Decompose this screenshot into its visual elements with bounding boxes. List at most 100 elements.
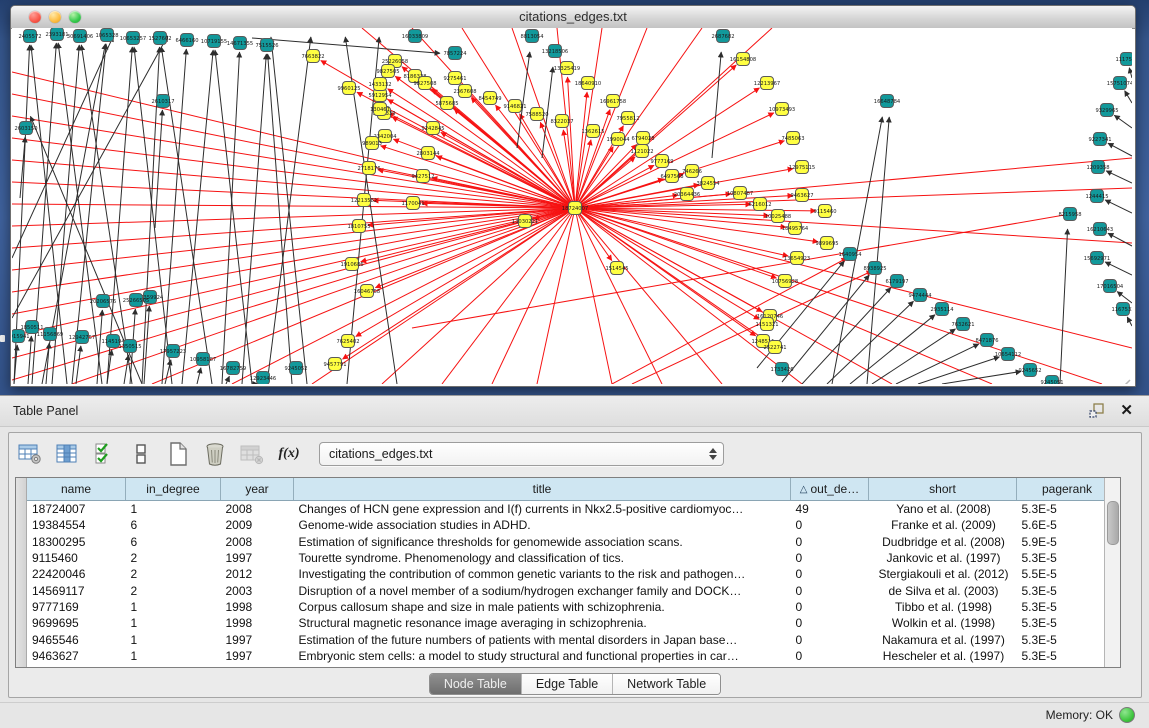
function-builder-icon[interactable]: f(x)	[276, 441, 302, 467]
graph-node[interactable]: 13218506	[542, 45, 568, 58]
graph-node[interactable]: 6179197	[885, 275, 908, 288]
graph-node[interactable]: 10958187	[190, 353, 216, 366]
column-header-in_degree[interactable]: in_degree	[126, 478, 221, 501]
graph-node[interactable]: 7632621	[951, 318, 974, 331]
graph-node[interactable]: 8471876	[975, 334, 998, 347]
graph-node[interactable]: 1065328	[95, 29, 118, 42]
float-panel-icon[interactable]	[1089, 403, 1105, 419]
graph-node[interactable]: 1244415	[1085, 190, 1108, 203]
table-row[interactable]: 977716911998Corpus callosum shape and si…	[27, 599, 1104, 615]
graph-node[interactable]: 9457791	[323, 358, 346, 371]
graph-node[interactable]: 12213967	[754, 77, 780, 90]
graph-node[interactable]: 16033809	[402, 30, 428, 43]
graph-node[interactable]: 9329965	[1095, 104, 1118, 117]
graph-node[interactable]: 13325419	[554, 62, 580, 75]
delete-table-icon[interactable]	[202, 441, 228, 467]
graph-node[interactable]: 1514545	[605, 262, 628, 275]
graph-node[interactable]: 8454749	[478, 92, 501, 105]
table-row[interactable]: 1456911722003Disruption of a novel membe…	[27, 582, 1104, 598]
graph-node[interactable]: 18640910	[575, 77, 601, 90]
table-row[interactable]: 946362711997Embryonic stem cells: a mode…	[27, 648, 1104, 664]
table-row[interactable]: 911546021997Tourette syndrome. Phenomeno…	[27, 550, 1104, 566]
graph-node[interactable]: 746266	[682, 165, 702, 178]
graph-node[interactable]: 1433132	[368, 78, 391, 91]
graph-node[interactable]: 6794028	[631, 132, 654, 145]
graph-node[interactable]: 6466160	[175, 34, 198, 47]
graph-node[interactable]: 2393181	[45, 28, 68, 41]
column-header-title[interactable]: title	[294, 478, 791, 501]
tab-edge-table[interactable]: Edge Table	[522, 674, 613, 694]
graph-node[interactable]: 12213582	[351, 194, 377, 207]
select-rows-icon[interactable]	[91, 441, 117, 467]
graph-node[interactable]: 1910686	[340, 258, 363, 271]
graph-node[interactable]: 10653257	[120, 32, 146, 45]
graph-node[interactable]: 16782759	[220, 362, 246, 375]
graph-node[interactable]: 7485063	[781, 132, 804, 145]
graph-node[interactable]: 16648784	[874, 95, 901, 108]
row-height-icon[interactable]	[128, 441, 154, 467]
graph-node[interactable]: 7588520	[525, 108, 548, 121]
resize-grip-icon[interactable]	[1110, 380, 1130, 384]
table-row[interactable]: 2242004622012Investigating the contribut…	[27, 566, 1104, 582]
graph-node[interactable]: 15751074	[1107, 77, 1132, 90]
graph-node[interactable]: 10756928	[772, 275, 798, 288]
column-header-year[interactable]: year	[221, 478, 294, 501]
graph-node[interactable]: 9474444	[908, 289, 932, 302]
graph-node[interactable]: 7857224	[443, 47, 467, 60]
graph-node[interactable]: 1170041	[401, 197, 424, 210]
graph-node[interactable]: 9115460	[813, 205, 836, 218]
graph-node[interactable]: 30691406	[67, 30, 93, 43]
graph-node[interactable]: 2603150	[14, 122, 37, 135]
table-selector-dropdown[interactable]: citations_edges.txt	[319, 442, 724, 466]
network-window[interactable]: citations_edges.txt 2405572 2393181306914…	[10, 5, 1136, 387]
graph-node[interactable]: 2610317	[151, 95, 174, 108]
close-panel-icon[interactable]: ✕	[1120, 401, 1133, 419]
table-row[interactable]: 1938455462009Genome-wide association stu…	[27, 517, 1104, 533]
table-scrollbar-thumb[interactable]	[1107, 501, 1119, 545]
graph-node[interactable]: 1209358	[1086, 161, 1109, 174]
import-table-icon[interactable]	[239, 441, 265, 467]
new-table-icon[interactable]	[165, 441, 191, 467]
graph-node[interactable]: 3824554	[696, 177, 720, 190]
graph-node[interactable]: 1640954	[838, 248, 862, 261]
graph-node[interactable]: 16046758	[354, 285, 380, 298]
graph-node[interactable]: 7515526	[255, 39, 278, 52]
column-header-name[interactable]: name	[27, 478, 126, 501]
table-row[interactable]: 946554611997Estimation of the future num…	[27, 631, 1104, 647]
graph-node[interactable]: 9245052	[284, 362, 307, 375]
graph-node[interactable]: 9899695	[815, 237, 838, 250]
column-header-pagerank[interactable]: pagerank	[1017, 478, 1105, 501]
table-settings-icon[interactable]	[17, 441, 43, 467]
table-scrollbar[interactable]	[1104, 478, 1120, 667]
graph-node[interactable]: 8813054	[520, 30, 544, 43]
table-row[interactable]: 1830029562008Estimation of significance …	[27, 534, 1104, 550]
graph-node[interactable]: 8215958	[1058, 208, 1081, 221]
column-header-out_de[interactable]: △out_de…	[791, 478, 869, 501]
graph-node[interactable]: 2405572	[18, 30, 41, 43]
graph-node[interactable]: 9275461	[443, 72, 466, 85]
graph-node[interactable]: 2935114	[930, 303, 954, 316]
network-graph-canvas[interactable]: 2405572 239318130691406106532810653257152…	[12, 28, 1132, 384]
graph-node[interactable]: 8938925	[863, 262, 886, 275]
graph-node[interactable]: 1167533	[1111, 303, 1132, 316]
graph-node[interactable]: 2803144	[416, 147, 440, 160]
graph-node[interactable]: 9245652	[1018, 364, 1041, 377]
graph-node[interactable]: 1733426	[770, 363, 793, 376]
graph-node[interactable]: 6216012	[748, 198, 771, 211]
column-header-short[interactable]: short	[869, 478, 1017, 501]
show-columns-icon[interactable]	[54, 441, 80, 467]
tab-network-table[interactable]: Network Table	[613, 674, 720, 694]
tab-node-table[interactable]: Node Table	[430, 674, 522, 694]
graph-node[interactable]: 1527602	[148, 32, 171, 45]
network-window-titlebar[interactable]: citations_edges.txt	[11, 6, 1135, 29]
graph-node[interactable]: 10719155	[201, 35, 227, 48]
graph-node[interactable]: 7955812	[616, 112, 639, 125]
graph-node[interactable]: 18495764	[782, 222, 809, 235]
table-row[interactable]: 969969511998Structural magnetic resonanc…	[27, 615, 1104, 631]
table-row[interactable]: 1872400712008Changes of HCN gene express…	[27, 501, 1104, 518]
graph-node[interactable]: 12975115	[789, 161, 815, 174]
graph-node[interactable]: 1117532	[1115, 53, 1132, 66]
graph-node[interactable]: 16961758	[600, 95, 626, 108]
graph-node[interactable]: 14671355	[227, 37, 253, 50]
graph-node[interactable]: 17016504	[1097, 280, 1124, 293]
